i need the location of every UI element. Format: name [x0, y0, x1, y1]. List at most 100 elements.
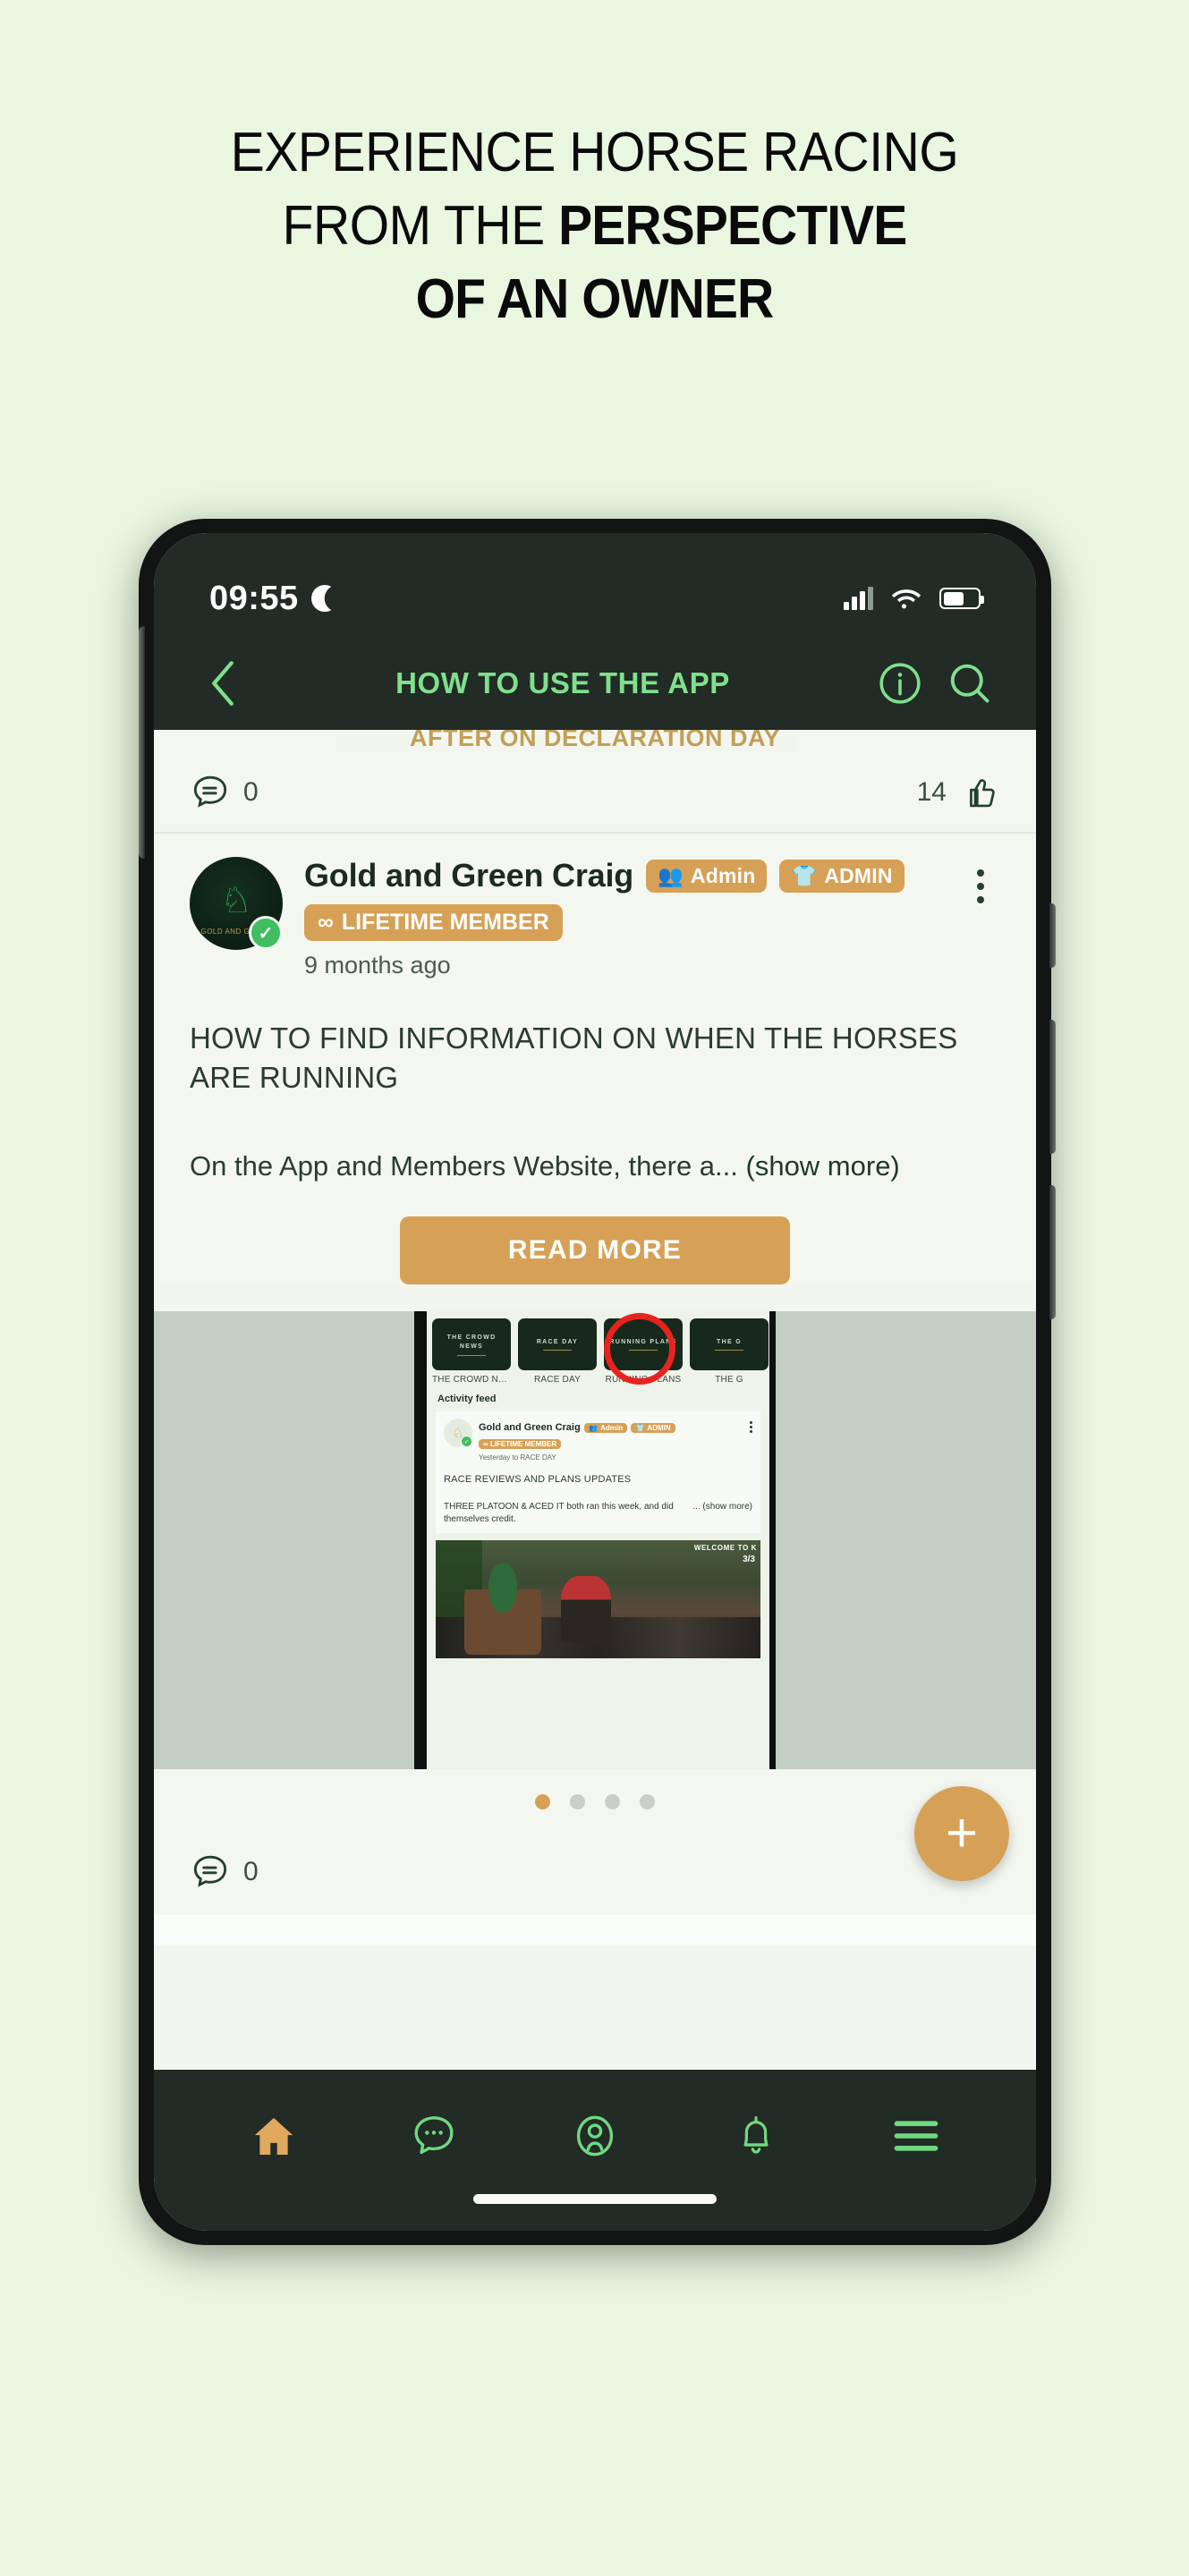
horse-logo-icon: ♘	[220, 881, 252, 920]
sidebar-item-notifications[interactable]	[715, 2100, 797, 2172]
embedded-post-header: ♘ ✓ Gold and Green Craig 👥Admin 👕ADMIN	[444, 1419, 752, 1462]
people-icon: 👥	[658, 863, 684, 887]
post-timestamp: 9 months ago	[304, 952, 451, 979]
jersey-icon: 👕	[635, 1424, 645, 1433]
embedded-tile-2[interactable]: RUNNING PLANS RUNNING PLANS	[604, 1318, 683, 1385]
embedded-photo-overlay-text: WELCOME TO K	[693, 1544, 757, 1553]
badge-admin-shirt: 👕 ADMIN	[779, 859, 904, 893]
bottom-tab-bar	[154, 2070, 1036, 2231]
back-button[interactable]	[197, 657, 249, 709]
embedded-tile-2-title: RUNNING PLANS	[609, 1338, 677, 1345]
embedded-post-body: ... (show more) THREE PLATOON & ACED IT …	[444, 1501, 752, 1526]
embedded-author-block: Gold and Green Craig 👥 Admin 👕 ADMIN ∞ LIF…	[479, 1419, 675, 1462]
embedded-avatar: ♘ ✓	[444, 1419, 472, 1448]
sidebar-item-home[interactable]	[233, 2100, 315, 2172]
embedded-kebab-menu-icon	[750, 1419, 752, 1434]
phone-screen: 09:55 HOW TO USE THE APP AFTER ON DECLAR…	[154, 533, 1036, 2231]
photo-jockey	[464, 1562, 541, 1656]
bottom-engagement-bar: 0 +	[154, 1786, 1036, 1916]
phone-button-mute	[1049, 903, 1056, 968]
post-media[interactable]: THE CROWD NEWS THE CROWD NE... RACE DAY	[154, 1311, 1036, 1770]
feed-content[interactable]: AFTER ON DECLARATION DAY 0 14 ♘ GOLD AND…	[154, 730, 1036, 2070]
carousel-dots[interactable]	[154, 1769, 1036, 1830]
top-engagement-bar: 0 14	[154, 753, 1036, 834]
embedded-badge-admin-people-label: Admin	[600, 1424, 623, 1433]
embedded-post-body-text: THREE PLATOON & ACED IT both ran this we…	[444, 1502, 674, 1525]
comment-action-top[interactable]: 0	[190, 772, 259, 813]
embedded-tile-1-label: RACE DAY	[534, 1375, 581, 1385]
headline-line-2-bold: PERSPECTIVE	[558, 195, 907, 257]
jersey-icon: 👕	[791, 863, 818, 887]
carousel-dot-0[interactable]	[535, 1794, 550, 1810]
chat-bubble-icon	[414, 2116, 454, 2155]
carousel-dot-3[interactable]	[640, 1794, 655, 1810]
embedded-badge-lifetime: ∞ LIFETIME MEMBER	[479, 1439, 562, 1450]
poster-page: EXPERIENCE HORSE RACING FROM THE PERSPEC…	[0, 0, 1189, 2576]
embedded-tile-0-label: THE CROWD NE...	[432, 1375, 511, 1385]
headline-line-1: EXPERIENCE HORSE RACING	[230, 122, 959, 183]
wifi-icon	[891, 587, 921, 610]
sidebar-item-messages[interactable]	[393, 2100, 475, 2172]
read-more-button[interactable]: READ MORE	[400, 1216, 790, 1285]
post-card: ♘ GOLD AND GREEN ✓ Gold and Green Craig …	[154, 834, 1036, 1285]
sidebar-item-profile[interactable]	[554, 2100, 636, 2172]
hamburger-menu-icon	[894, 2121, 938, 2151]
search-icon[interactable]	[947, 660, 993, 707]
embedded-post-meta: Yesterday to RACE DAY	[479, 1453, 556, 1462]
headline-line-2-regular: FROM THE	[282, 195, 559, 257]
badge-admin-people-label: Admin	[690, 863, 756, 887]
embedded-show-more: ... (show more)	[692, 1502, 752, 1513]
people-icon: 👥	[589, 1424, 599, 1433]
post-author-row: Gold and Green Craig 👥 Admin 👕 ADMIN	[304, 857, 939, 894]
headline-line-3: OF AN OWNER	[415, 268, 775, 330]
post-lifetime-row: ∞ LIFETIME MEMBER	[304, 904, 939, 941]
status-time: 09:55	[209, 579, 299, 617]
embedded-tile-0-thumb: THE CROWD NEWS	[432, 1318, 511, 1371]
embedded-tile-1-rule	[543, 1350, 572, 1352]
nav-title: HOW TO USE THE APP	[395, 666, 730, 699]
status-bar-right	[844, 587, 984, 610]
embedded-tile-0-title: THE CROWD NEWS	[446, 1334, 497, 1351]
kebab-menu-icon[interactable]	[961, 857, 1000, 903]
embedded-tile-2-rule	[629, 1350, 658, 1352]
embedded-tile-2-thumb: RUNNING PLANS	[604, 1318, 683, 1371]
embedded-tile-3[interactable]: THE G THE G	[690, 1318, 769, 1385]
embedded-tile-3-label: THE G	[715, 1375, 743, 1385]
embedded-tile-0[interactable]: THE CROWD NEWS THE CROWD NE...	[432, 1318, 511, 1385]
embedded-tile-3-rule	[715, 1350, 743, 1352]
carousel-dot-2[interactable]	[605, 1794, 620, 1810]
embedded-tile-3-thumb: THE G	[690, 1318, 769, 1371]
crescent-moon-icon	[311, 585, 338, 612]
embedded-tile-1-title: RACE DAY	[536, 1338, 579, 1345]
post-author-block: Gold and Green Craig 👥 Admin 👕 ADMIN ∞ LIFE…	[304, 857, 939, 979]
badge-lifetime-label: LIFETIME MEMBER	[341, 910, 549, 935]
embedded-badge-admin-people: 👥 Admin	[584, 1423, 627, 1434]
avatar[interactable]: ♘ GOLD AND GREEN ✓	[190, 857, 283, 950]
post-header: ♘ GOLD AND GREEN ✓ Gold and Green Craig …	[190, 857, 1000, 979]
verified-check-icon: ✓	[461, 1436, 472, 1448]
comment-count-top: 0	[243, 777, 259, 807]
info-circle-icon[interactable]	[877, 660, 923, 707]
like-count-top: 14	[916, 777, 947, 807]
post-body: On the App and Members Website, there a.…	[190, 1150, 1000, 1182]
embedded-badge-admin-shirt: 👕 ADMIN	[631, 1423, 675, 1434]
embedded-tile-1[interactable]: RACE DAY RACE DAY	[518, 1318, 597, 1385]
embedded-badge-admin-shirt-label: ADMIN	[647, 1424, 671, 1433]
status-bar: 09:55	[154, 533, 1036, 637]
carousel-dot-1[interactable]	[570, 1794, 585, 1810]
content-bottom-spacer	[154, 1915, 1036, 1946]
comment-action-bottom[interactable]: 0	[190, 1852, 259, 1893]
phone-mockup: 09:55 HOW TO USE THE APP AFTER ON DECLAR…	[139, 519, 1056, 2245]
like-action-top[interactable]: 14	[917, 772, 1000, 813]
home-icon	[254, 2117, 293, 2155]
battery-icon	[939, 588, 984, 609]
embedded-badge-lifetime-label: LIFETIME MEMBER	[489, 1440, 557, 1449]
show-more-link[interactable]: (show more)	[746, 1150, 900, 1182]
sidebar-item-menu[interactable]	[875, 2100, 957, 2172]
phone-button-volume-up	[1049, 1020, 1056, 1154]
embedded-tile-2-label: RUNNING PLANS	[605, 1375, 682, 1385]
verified-check-icon: ✓	[249, 916, 283, 950]
create-post-fab[interactable]: +	[914, 1786, 1009, 1882]
embedded-phone-screenshot: THE CROWD NEWS THE CROWD NE... RACE DAY	[414, 1311, 776, 1770]
embedded-photo-counter: 3/3	[743, 1555, 755, 1565]
